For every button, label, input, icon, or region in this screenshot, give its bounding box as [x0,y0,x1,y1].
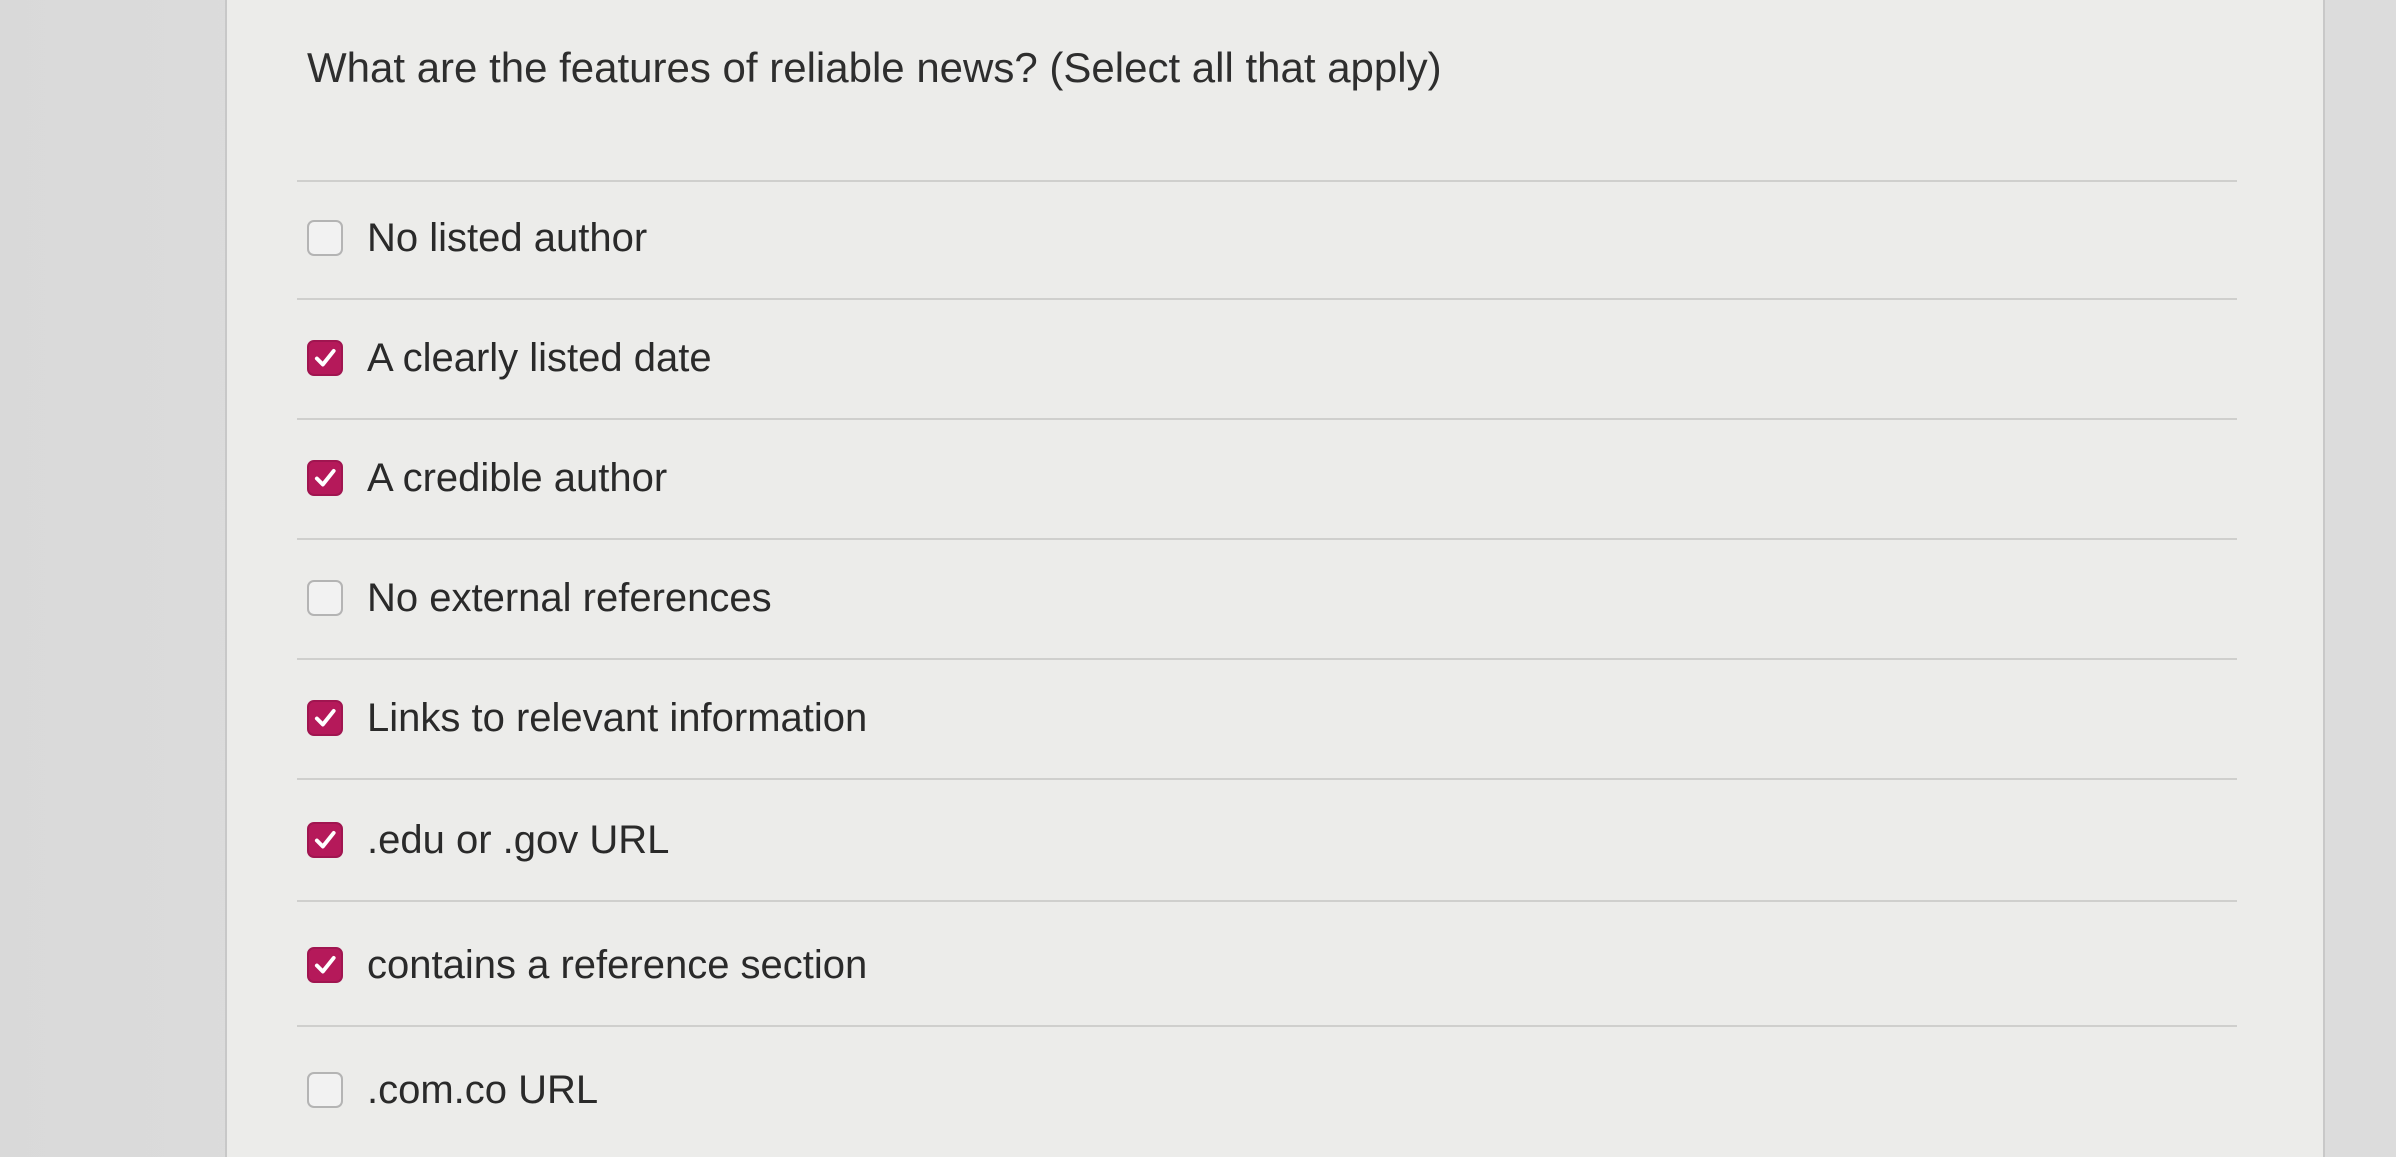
option-label: No listed author [367,215,648,260]
checkbox-checked[interactable] [307,822,343,858]
option-label: .edu or .gov URL [367,817,670,862]
empty-checkbox-icon[interactable] [307,580,343,616]
empty-checkbox-icon[interactable] [307,1072,343,1108]
question-card: What are the features of reliable news? … [225,0,2325,1157]
option-label: No external references [367,575,772,620]
checkmark-icon [314,469,336,487]
checkmark-icon [314,709,336,727]
option-no-listed-author[interactable]: No listed author [297,178,2237,298]
option-no-external-references[interactable]: No external references [297,538,2237,658]
checkbox-checked[interactable] [307,700,343,736]
checkmark-icon [314,831,336,849]
option-label: contains a reference section [367,942,868,987]
checkbox-checked[interactable] [307,340,343,376]
option-label: A clearly listed date [367,335,712,380]
option-clearly-listed-date[interactable]: A clearly listed date [297,298,2237,418]
empty-checkbox-icon[interactable] [307,220,343,256]
option-credible-author[interactable]: A credible author [297,418,2237,538]
option-com-co-url[interactable]: .com.co URL [297,1030,2237,1150]
option-label: A credible author [367,455,668,500]
option-edu-gov-url[interactable]: .edu or .gov URL [297,780,2237,900]
checkmark-icon [314,349,336,367]
option-reference-section[interactable]: contains a reference section [297,905,2237,1025]
checkbox-checked[interactable] [307,947,343,983]
question-text: What are the features of reliable news? … [307,44,1442,91]
option-label: .com.co URL [367,1067,599,1112]
divider [297,900,2237,902]
option-links-relevant-info[interactable]: Links to relevant information [297,658,2237,778]
checkmark-icon [314,956,336,974]
option-label: Links to relevant information [367,695,868,740]
checkbox-checked[interactable] [307,460,343,496]
divider [297,1025,2237,1027]
